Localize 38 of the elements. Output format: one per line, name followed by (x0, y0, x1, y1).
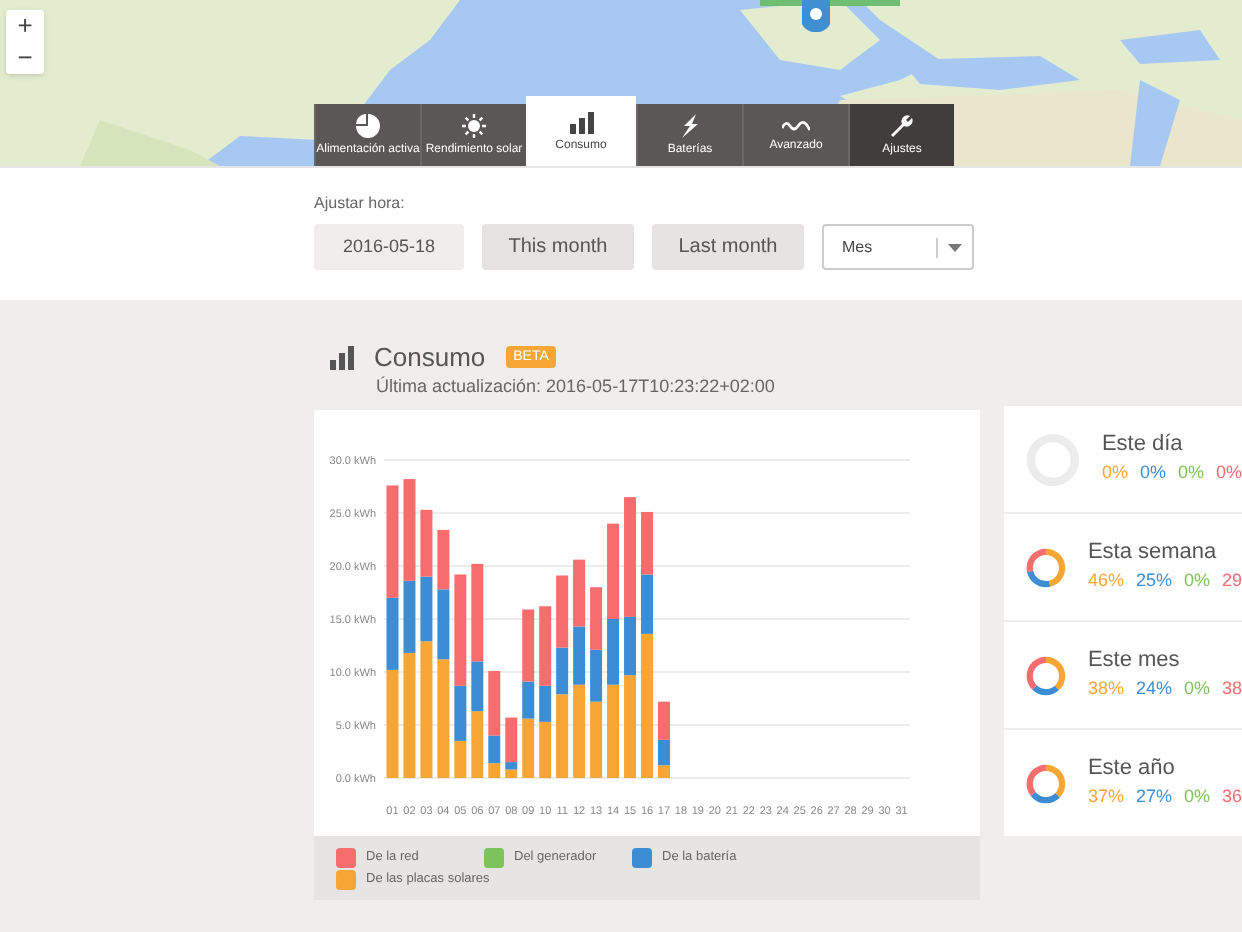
percentage-value: 0% (1177, 459, 1204, 486)
wrench-icon (890, 114, 914, 138)
zoom-in-button[interactable]: + (6, 10, 44, 42)
percentage-value: 0% (1215, 459, 1242, 486)
bar-chart-icon (330, 345, 354, 369)
percentage-value: 37% (1087, 783, 1124, 810)
percentage-value: 38% (1087, 675, 1124, 702)
panel-title: Consumo (374, 344, 486, 370)
percentage-value: 0% (1183, 783, 1210, 810)
percentage-value: 38 (1221, 675, 1242, 702)
percentage-value: 0% (1139, 459, 1166, 486)
summary-title: Este mes (1087, 647, 1182, 676)
last-updated-text: Última actualización: 2016-05-17T10:23:22+02:00 (374, 374, 777, 400)
percentage-value: 46% (1087, 567, 1124, 594)
zoom-out-button[interactable]: − (6, 42, 44, 74)
summary-title: Este año (1087, 755, 1177, 784)
time-label: Ajustar hora: (314, 196, 407, 212)
date-field[interactable]: 2016-05-18 (314, 224, 464, 270)
period-button[interactable]: Last month (652, 224, 804, 270)
wave-icon (782, 118, 810, 134)
pie-chart-icon (356, 114, 380, 138)
sun-icon (462, 114, 486, 138)
percentage-value: 0% (1183, 567, 1210, 594)
lightning-icon (678, 114, 702, 138)
percentage-value: 29 (1221, 567, 1242, 594)
percentage-value: 36 (1221, 783, 1242, 810)
bar-chart-icon (569, 111, 593, 133)
map-pin-icon (802, 0, 830, 32)
percentage-value: 0% (1183, 675, 1210, 702)
summary-title: Esta semana (1087, 539, 1219, 568)
period-button[interactable]: This month (482, 224, 634, 270)
dropdown-caret-icon (948, 243, 962, 251)
percentage-value: 25% (1135, 567, 1172, 594)
percentage-value: 0% (1101, 459, 1128, 486)
percentage-value: 27% (1135, 783, 1172, 810)
percentage-value: 24% (1135, 675, 1172, 702)
period-select[interactable]: Mes (822, 224, 974, 270)
summary-title: Este día (1101, 431, 1185, 460)
